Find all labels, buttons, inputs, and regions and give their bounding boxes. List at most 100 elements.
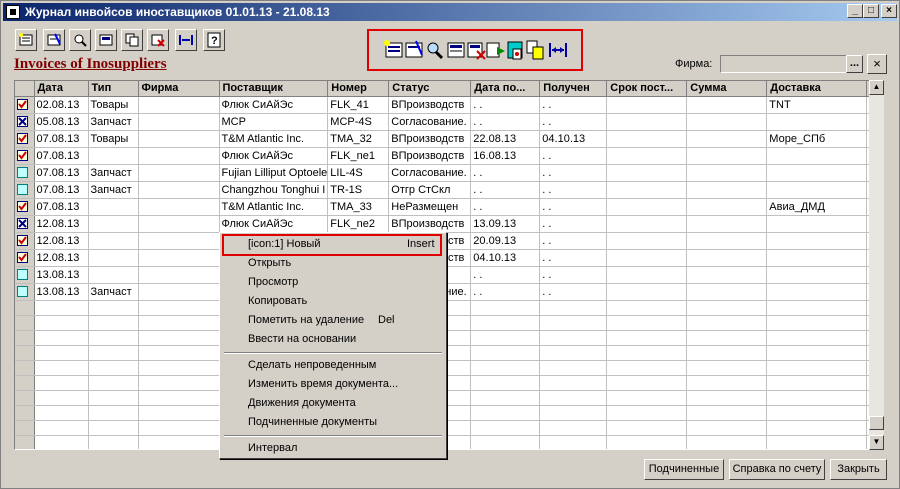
cell-date-to[interactable]: . . [470, 266, 541, 284]
cell-firm[interactable] [138, 164, 220, 182]
copy-button[interactable] [121, 29, 143, 51]
cell-delivery[interactable] [766, 164, 868, 182]
cell-number[interactable]: FLK_ne2 [327, 215, 390, 233]
cell-sum[interactable] [686, 283, 768, 301]
table-row[interactable]: 07.08.13 Флюк СиАйЭс FLK_ne1 ВПроизводств 16… [15, 147, 872, 165]
cell-type[interactable] [88, 215, 139, 233]
menu-item-copy[interactable]: Копировать [248, 293, 307, 310]
cell-type[interactable] [88, 232, 139, 250]
cell-received[interactable]: . . [539, 181, 608, 199]
find-button[interactable] [69, 29, 91, 51]
cell-term[interactable] [606, 113, 688, 131]
cell-type[interactable]: Запчаст [88, 181, 139, 199]
scroll-thumb[interactable] [869, 416, 884, 430]
cell-date-to[interactable]: . . [470, 164, 541, 182]
menu-item-mark-delete[interactable]: Пометить на удаление [248, 312, 364, 329]
cell-type[interactable]: Товары [88, 130, 139, 148]
cell-firm[interactable] [138, 181, 220, 199]
menu-item-open[interactable]: Открыть [248, 255, 291, 272]
cell-term[interactable] [606, 147, 688, 165]
firm-filter-input[interactable] [720, 55, 848, 73]
cell-status[interactable]: ВПроизводств [388, 147, 472, 165]
cell-received[interactable]: . . [539, 215, 608, 233]
cell-type[interactable] [88, 198, 139, 216]
cell-received[interactable]: . . [539, 283, 608, 301]
cell-firm[interactable] [138, 147, 220, 165]
close-button[interactable]: Закрыть [830, 459, 887, 480]
cell-number[interactable]: FLK_41 [327, 96, 390, 114]
cell-date[interactable]: 02.08.13 [34, 96, 89, 114]
cell-date[interactable]: 12.08.13 [34, 232, 89, 250]
table-row[interactable]: 07.08.13 Товары T&M Atlantic Inc. TMA_32 ВПр… [15, 130, 872, 148]
cell-number[interactable]: TMA_33 [327, 198, 390, 216]
cell-firm[interactable] [138, 283, 220, 301]
table-row[interactable]: 07.08.13 Запчаст Fujian Lilliput Optoele LI… [15, 164, 872, 182]
cell-sum[interactable] [686, 232, 768, 250]
new-document-icon[interactable] [383, 39, 405, 61]
minimize-button[interactable]: _ [847, 4, 863, 18]
cell-supplier[interactable]: Флюк СиАйЭс [219, 215, 329, 233]
menu-item-preview[interactable]: Просмотр [248, 274, 298, 291]
cell-delivery[interactable]: Авиа_ДМД [766, 198, 868, 216]
column-header-status[interactable]: Статус [388, 81, 472, 97]
cell-date-to[interactable]: 16.08.13 [470, 147, 541, 165]
cell-firm[interactable] [138, 198, 220, 216]
table-row[interactable]: 07.08.13 T&M Atlantic Inc. TMA_33 НеРазмеще… [15, 198, 872, 216]
cell-supplier[interactable]: Fujian Lilliput Optoele [219, 164, 329, 182]
cell-type[interactable]: Товары [88, 96, 139, 114]
cell-date-to[interactable]: 04.10.13 [470, 249, 541, 267]
view-document-icon[interactable] [445, 39, 467, 61]
menu-item-movements[interactable]: Движения документа [248, 395, 356, 412]
cell-delivery[interactable]: Море_СПб [766, 130, 868, 148]
cell-date[interactable]: 05.08.13 [34, 113, 89, 131]
cell-delivery[interactable]: TNT [766, 96, 868, 114]
cell-received[interactable]: . . [539, 147, 608, 165]
edit-document-button[interactable] [43, 29, 65, 51]
column-header-received[interactable]: Получен [539, 81, 608, 97]
cell-delivery[interactable] [766, 147, 868, 165]
cell-status[interactable]: НеРазмещен [388, 198, 472, 216]
cell-delivery[interactable] [766, 232, 868, 250]
view-button[interactable] [95, 29, 117, 51]
cell-firm[interactable] [138, 96, 220, 114]
cell-firm[interactable] [138, 130, 220, 148]
cell-number[interactable]: TR-1S [327, 181, 390, 199]
cell-delivery[interactable] [766, 249, 868, 267]
cell-firm[interactable] [138, 249, 220, 267]
cell-type[interactable]: Запчаст [88, 164, 139, 182]
cell-date[interactable]: 07.08.13 [34, 147, 89, 165]
cell-number[interactable]: LIL-4S [327, 164, 390, 182]
cell-delivery[interactable] [766, 283, 868, 301]
menu-item-enter-based-on[interactable]: Ввести на основании [248, 331, 356, 348]
cell-delivery[interactable] [766, 181, 868, 199]
cell-received[interactable]: . . [539, 266, 608, 284]
cell-type[interactable] [88, 147, 139, 165]
move-document-icon[interactable] [485, 39, 507, 61]
cell-firm[interactable] [138, 113, 220, 131]
cell-supplier[interactable]: MCP [219, 113, 329, 131]
cell-sum[interactable] [686, 147, 768, 165]
cell-term[interactable] [606, 283, 688, 301]
firm-select-button[interactable]: ... [846, 55, 863, 73]
cell-term[interactable] [606, 96, 688, 114]
cell-received[interactable]: . . [539, 164, 608, 182]
cell-received[interactable]: . . [539, 249, 608, 267]
cell-status[interactable]: Согласование. [388, 164, 472, 182]
menu-item-new[interactable]: [icon:1] Новый [248, 236, 320, 253]
cell-received[interactable]: . . [539, 198, 608, 216]
column-header-term[interactable]: Срок пост... [606, 81, 688, 97]
cell-date-to[interactable]: . . [470, 96, 541, 114]
cell-status[interactable]: ВПроизводств [388, 96, 472, 114]
firm-clear-button[interactable]: × [867, 54, 887, 74]
close-window-button[interactable]: × [881, 4, 897, 18]
subordinates-button[interactable]: Подчиненные [644, 459, 724, 480]
cell-type[interactable] [88, 249, 139, 267]
cell-sum[interactable] [686, 164, 768, 182]
column-header-delivery[interactable]: Доставка [766, 81, 868, 97]
cell-date[interactable]: 07.08.13 [34, 164, 89, 182]
column-header-date[interactable]: Дата [34, 81, 89, 97]
help-button[interactable]: ? [203, 29, 225, 51]
cell-sum[interactable] [686, 96, 768, 114]
cell-delivery[interactable] [766, 113, 868, 131]
cell-term[interactable] [606, 215, 688, 233]
